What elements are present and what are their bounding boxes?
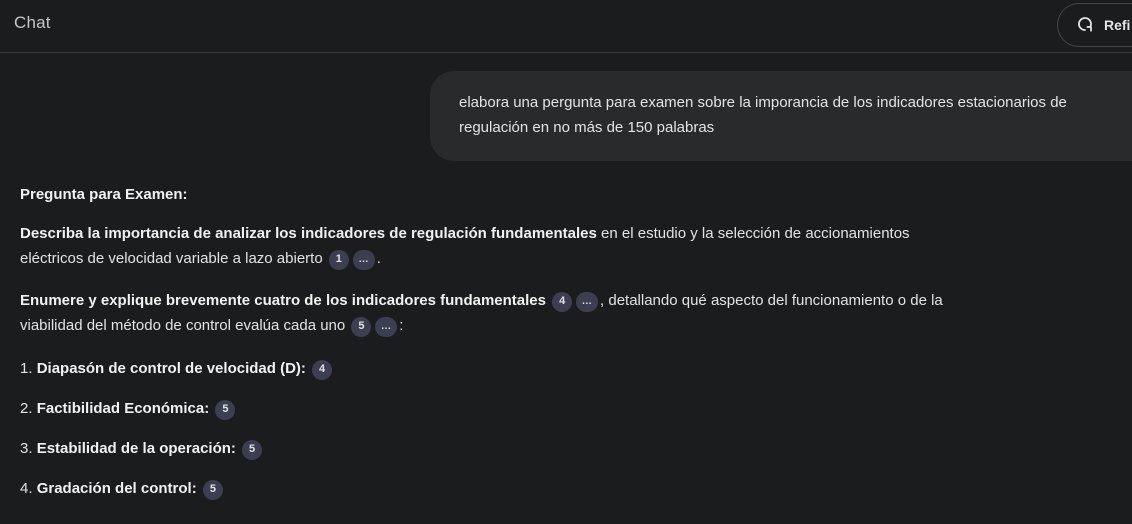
list-item-number: 1. (20, 360, 37, 377)
list-item-label: Estabilidad de la operación: (36, 440, 236, 457)
top-bar: Chat Refi (0, 0, 1132, 53)
answer-paragraph-2: Enumere y explique brevemente cuatro de … (20, 288, 943, 338)
p1-bold-text: Describa la importancia de analizar los … (20, 225, 597, 242)
user-message-line-2: regulación en no más de 150 palabras (459, 119, 715, 136)
refresh-button[interactable]: Refi (1057, 3, 1132, 47)
p1-line2-text: eléctricos de velocidad variable a lazo … (20, 250, 323, 267)
p1-text: en el estudio y la selección de accionam… (596, 225, 910, 242)
list-item: 3. Estabilidad de la operación: 5 (20, 436, 264, 461)
p2-bold-text: Enumere y explique brevemente cuatro de … (20, 292, 546, 309)
citation-more-chip[interactable]: ... (352, 249, 375, 270)
citation-chip[interactable]: 1 (328, 249, 349, 270)
list-item: 2. Factibilidad Económica: 5 (20, 396, 237, 421)
p2-end-text: : (399, 317, 404, 334)
list-item-label: Gradación del control: (36, 480, 197, 497)
citation-chip[interactable]: 5 (215, 399, 236, 420)
citation-more-chip[interactable]: ... (375, 316, 398, 337)
citation-chip[interactable]: 5 (242, 439, 263, 460)
list-item-number: 2. (20, 400, 37, 417)
citation-chip[interactable]: 4 (312, 359, 333, 380)
answer-heading: Pregunta para Examen: (20, 182, 188, 207)
refresh-label: Refi (1104, 17, 1131, 33)
user-message-line-1: elabora una pergunta para examen sobre l… (459, 94, 1067, 111)
citation-more-chip[interactable]: ... (576, 291, 599, 312)
list-item: 1. Diapasón de control de velocidad (D):… (20, 356, 334, 381)
answer-heading-text: Pregunta para Examen: (20, 186, 188, 203)
citation-chip[interactable]: 4 (552, 291, 573, 312)
p1-end-text: . (376, 250, 381, 267)
p2-line2-text: viabilidad del método de control evalúa … (20, 317, 346, 334)
list-item-label: Diapasón de control de velocidad (D): (36, 360, 306, 377)
user-message-bubble: elabora una pergunta para examen sobre l… (430, 71, 1132, 161)
list-item-number: 4. (20, 480, 37, 497)
citation-chip[interactable]: 5 (202, 479, 223, 500)
p2-text: , detallando qué aspecto del funcionamie… (600, 292, 943, 309)
citation-chip[interactable]: 5 (351, 316, 372, 337)
answer-paragraph-1: Describa la importancia de analizar los … (20, 221, 910, 271)
list-item-number: 3. (20, 440, 37, 457)
list-item: 4. Gradación del control: 5 (20, 476, 225, 501)
page-title: Chat (14, 13, 51, 32)
list-item-label: Factibilidad Económica: (36, 400, 210, 417)
refresh-icon (1076, 15, 1094, 36)
